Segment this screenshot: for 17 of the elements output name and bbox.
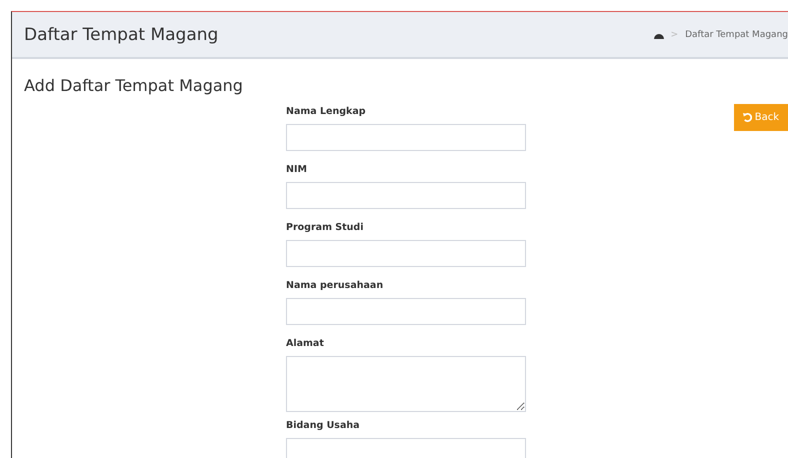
breadcrumb-separator: > xyxy=(670,30,678,40)
input-field[interactable] xyxy=(286,124,526,151)
field-label: Nama perusahaan xyxy=(286,280,384,292)
input-field[interactable] xyxy=(286,298,526,325)
field-label: Program Studi xyxy=(286,222,364,234)
input-field[interactable] xyxy=(286,182,526,209)
input-field[interactable] xyxy=(286,438,526,458)
field-label: NIM xyxy=(286,164,308,176)
undo-icon xyxy=(742,113,752,122)
field-label: Alamat xyxy=(286,338,325,350)
text-area[interactable] xyxy=(286,356,526,412)
field-label: Bidang Usaha xyxy=(286,420,361,432)
breadcrumb-item[interactable]: Daftar Tempat Magang xyxy=(685,30,788,40)
page-header-title: Daftar Tempat Magang xyxy=(24,24,218,44)
page-title: Add Daftar Tempat Magang xyxy=(24,76,244,95)
input-field[interactable] xyxy=(286,240,526,267)
field-label: Nama Lengkap xyxy=(286,106,367,118)
